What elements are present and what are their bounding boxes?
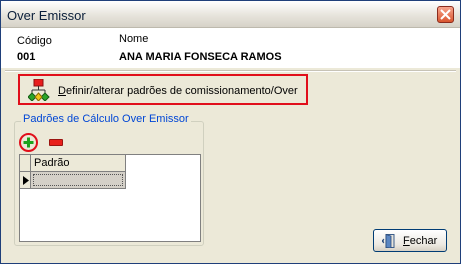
grid-corner xyxy=(20,155,31,172)
fechar-label: Fechar xyxy=(403,235,438,247)
remove-pattern-button[interactable] xyxy=(49,139,63,146)
record-header: Código Nome 001 ANA MARIA FONSECA RAMOS xyxy=(1,28,460,68)
plus-icon xyxy=(23,137,34,148)
title-bar[interactable]: Over Emissor xyxy=(1,1,460,28)
close-icon xyxy=(440,9,451,20)
nome-label: Nome xyxy=(119,33,149,45)
focus-rect xyxy=(33,174,123,186)
define-patterns-label: Definir/alterar padrões de comissionamen… xyxy=(58,85,298,97)
define-patterns-link[interactable]: Definir/alterar padrões de comissionamen… xyxy=(18,74,308,105)
nome-value: ANA MARIA FONSECA RAMOS xyxy=(119,51,282,63)
patterns-grid[interactable]: Padrão xyxy=(19,154,201,242)
current-row-arrow-icon xyxy=(23,176,29,185)
table-cell[interactable] xyxy=(31,172,126,189)
codigo-label: Código xyxy=(17,35,52,47)
close-window-button[interactable] xyxy=(437,6,454,23)
column-header-padrao[interactable]: Padrão xyxy=(31,155,126,172)
patterns-group-title: Padrões de Cálculo Over Emissor xyxy=(21,113,191,125)
over-emissor-window: Over Emissor Código Nome 001 ANA MARIA F… xyxy=(0,0,461,264)
column-header-label: Padrão xyxy=(34,157,70,169)
fechar-button[interactable]: Fechar xyxy=(373,229,447,252)
door-exit-icon xyxy=(382,234,395,248)
row-indicator[interactable] xyxy=(20,172,31,189)
codigo-value: 001 xyxy=(17,51,36,63)
header-separator xyxy=(5,70,456,72)
hierarchy-icon xyxy=(28,79,50,101)
add-pattern-button[interactable] xyxy=(19,133,38,152)
window-title: Over Emissor xyxy=(7,8,86,23)
